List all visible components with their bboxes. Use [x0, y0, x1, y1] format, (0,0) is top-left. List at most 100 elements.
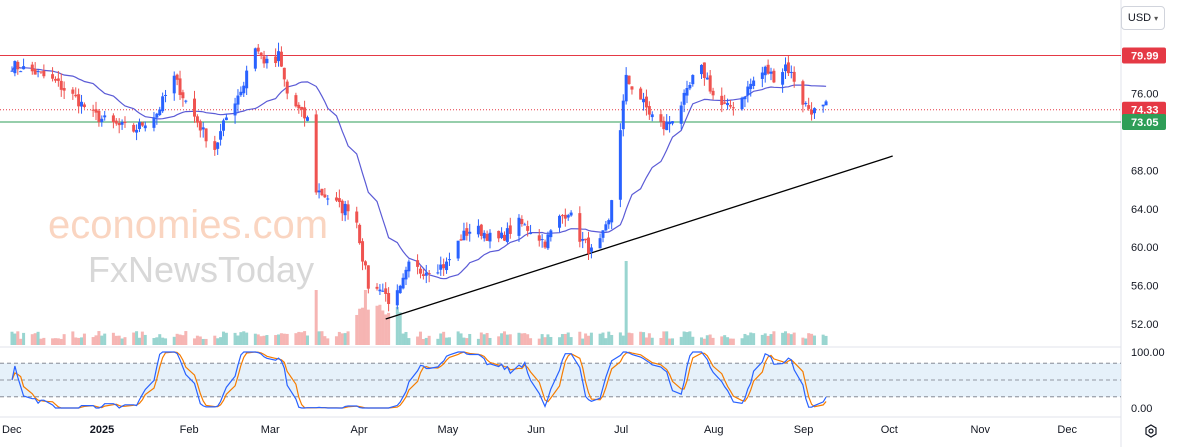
candle-body [326, 198, 330, 200]
settings-button[interactable] [1141, 421, 1161, 441]
candle-body [523, 224, 527, 226]
volume-bar [305, 335, 309, 345]
candle-body [285, 81, 289, 94]
volume-bar [726, 337, 730, 345]
candle-body [786, 62, 790, 74]
candle-body [508, 225, 512, 234]
volume-bar [476, 338, 480, 345]
volume-bar [100, 335, 104, 345]
candle-body [36, 71, 40, 73]
candle-body [204, 128, 208, 142]
volume-bar [193, 338, 197, 345]
candle-body [282, 67, 286, 80]
volume-bar [123, 337, 127, 345]
volume-bar [285, 333, 289, 345]
candle-body [723, 102, 727, 104]
candle-body [728, 105, 732, 107]
volume-bar [566, 332, 570, 345]
candle-body [659, 114, 663, 122]
candle-body [642, 98, 646, 103]
candle-body [783, 64, 787, 72]
volume-bar [277, 334, 281, 345]
volume-bar [682, 331, 686, 345]
volume-bar [746, 335, 750, 345]
volume-bar [398, 312, 402, 345]
volume-bar [447, 337, 451, 345]
candle-body [711, 90, 715, 96]
volume-bar [743, 333, 747, 345]
volume-bar [769, 334, 773, 345]
candle-body [161, 96, 165, 112]
price-badge-label: 73.05 [1131, 117, 1159, 129]
volume-bar [343, 333, 347, 345]
candle-body [627, 75, 631, 85]
currency-selector[interactable]: USD ▾ [1121, 6, 1165, 30]
candle-body [16, 61, 20, 70]
candle-body [769, 71, 773, 74]
price-tick: 60.00 [1131, 242, 1159, 254]
candle-body [398, 285, 402, 294]
volume-bar [120, 338, 124, 345]
candle-body [679, 105, 683, 124]
volume-bar [137, 337, 141, 345]
horizontal-levels [0, 54, 1121, 123]
volume-bar [439, 333, 443, 345]
candle-body [164, 94, 168, 96]
candle-body [152, 117, 156, 128]
candle-body [51, 74, 55, 79]
candle-body [589, 247, 593, 252]
candle-body [120, 122, 124, 125]
volume-bar [407, 338, 411, 345]
candle-body [439, 264, 443, 270]
candle-body [279, 51, 283, 67]
volume-bar [662, 331, 666, 345]
candle-body [407, 261, 411, 272]
candle-body [671, 121, 675, 124]
ascending-trendline [385, 155, 893, 320]
volume-bar [77, 337, 81, 345]
candle-body [384, 288, 388, 294]
volume-bar [97, 331, 101, 345]
candle-body [647, 106, 651, 115]
volume-bar [563, 333, 567, 345]
candle-body [500, 232, 504, 238]
candle-body [259, 52, 263, 56]
volume-bar [375, 305, 379, 345]
volume-bar [323, 336, 327, 345]
volume-bar [297, 331, 301, 345]
volume-bar [807, 333, 811, 345]
volume-bar [184, 331, 188, 345]
volume-bar [523, 333, 527, 345]
volume-bar [789, 334, 793, 345]
candle-body [381, 290, 385, 292]
volume-bar [259, 336, 263, 345]
candle-body [114, 120, 118, 124]
candle-body [824, 101, 828, 106]
candle-body [62, 88, 66, 91]
volume-bar [604, 338, 608, 345]
candle-body [772, 70, 776, 83]
candle-body [198, 121, 202, 131]
volume-bar [824, 335, 828, 345]
volume-bar [671, 338, 675, 345]
volume-bar [155, 337, 159, 345]
volume-bar [610, 334, 614, 345]
volume-bar [621, 335, 625, 345]
volume-bar [647, 333, 651, 345]
volume-bar [256, 334, 260, 345]
candle-body [485, 233, 489, 241]
candle-body [763, 66, 767, 76]
chart-canvas[interactable]: economies.com FxNewsToday 52.00 56.00 60.0… [0, 0, 1181, 447]
volume-bar [720, 336, 724, 345]
volume-bar [642, 332, 646, 345]
volume-bar [239, 332, 243, 345]
candle-body [702, 62, 706, 78]
volume-bar [337, 331, 341, 345]
volume-bar [502, 331, 506, 345]
candle-body [42, 70, 46, 77]
candle-body [340, 200, 344, 214]
candle-body [236, 95, 240, 105]
volume-bar [560, 334, 564, 345]
volume-bar [39, 338, 43, 345]
candle-body [314, 114, 318, 193]
